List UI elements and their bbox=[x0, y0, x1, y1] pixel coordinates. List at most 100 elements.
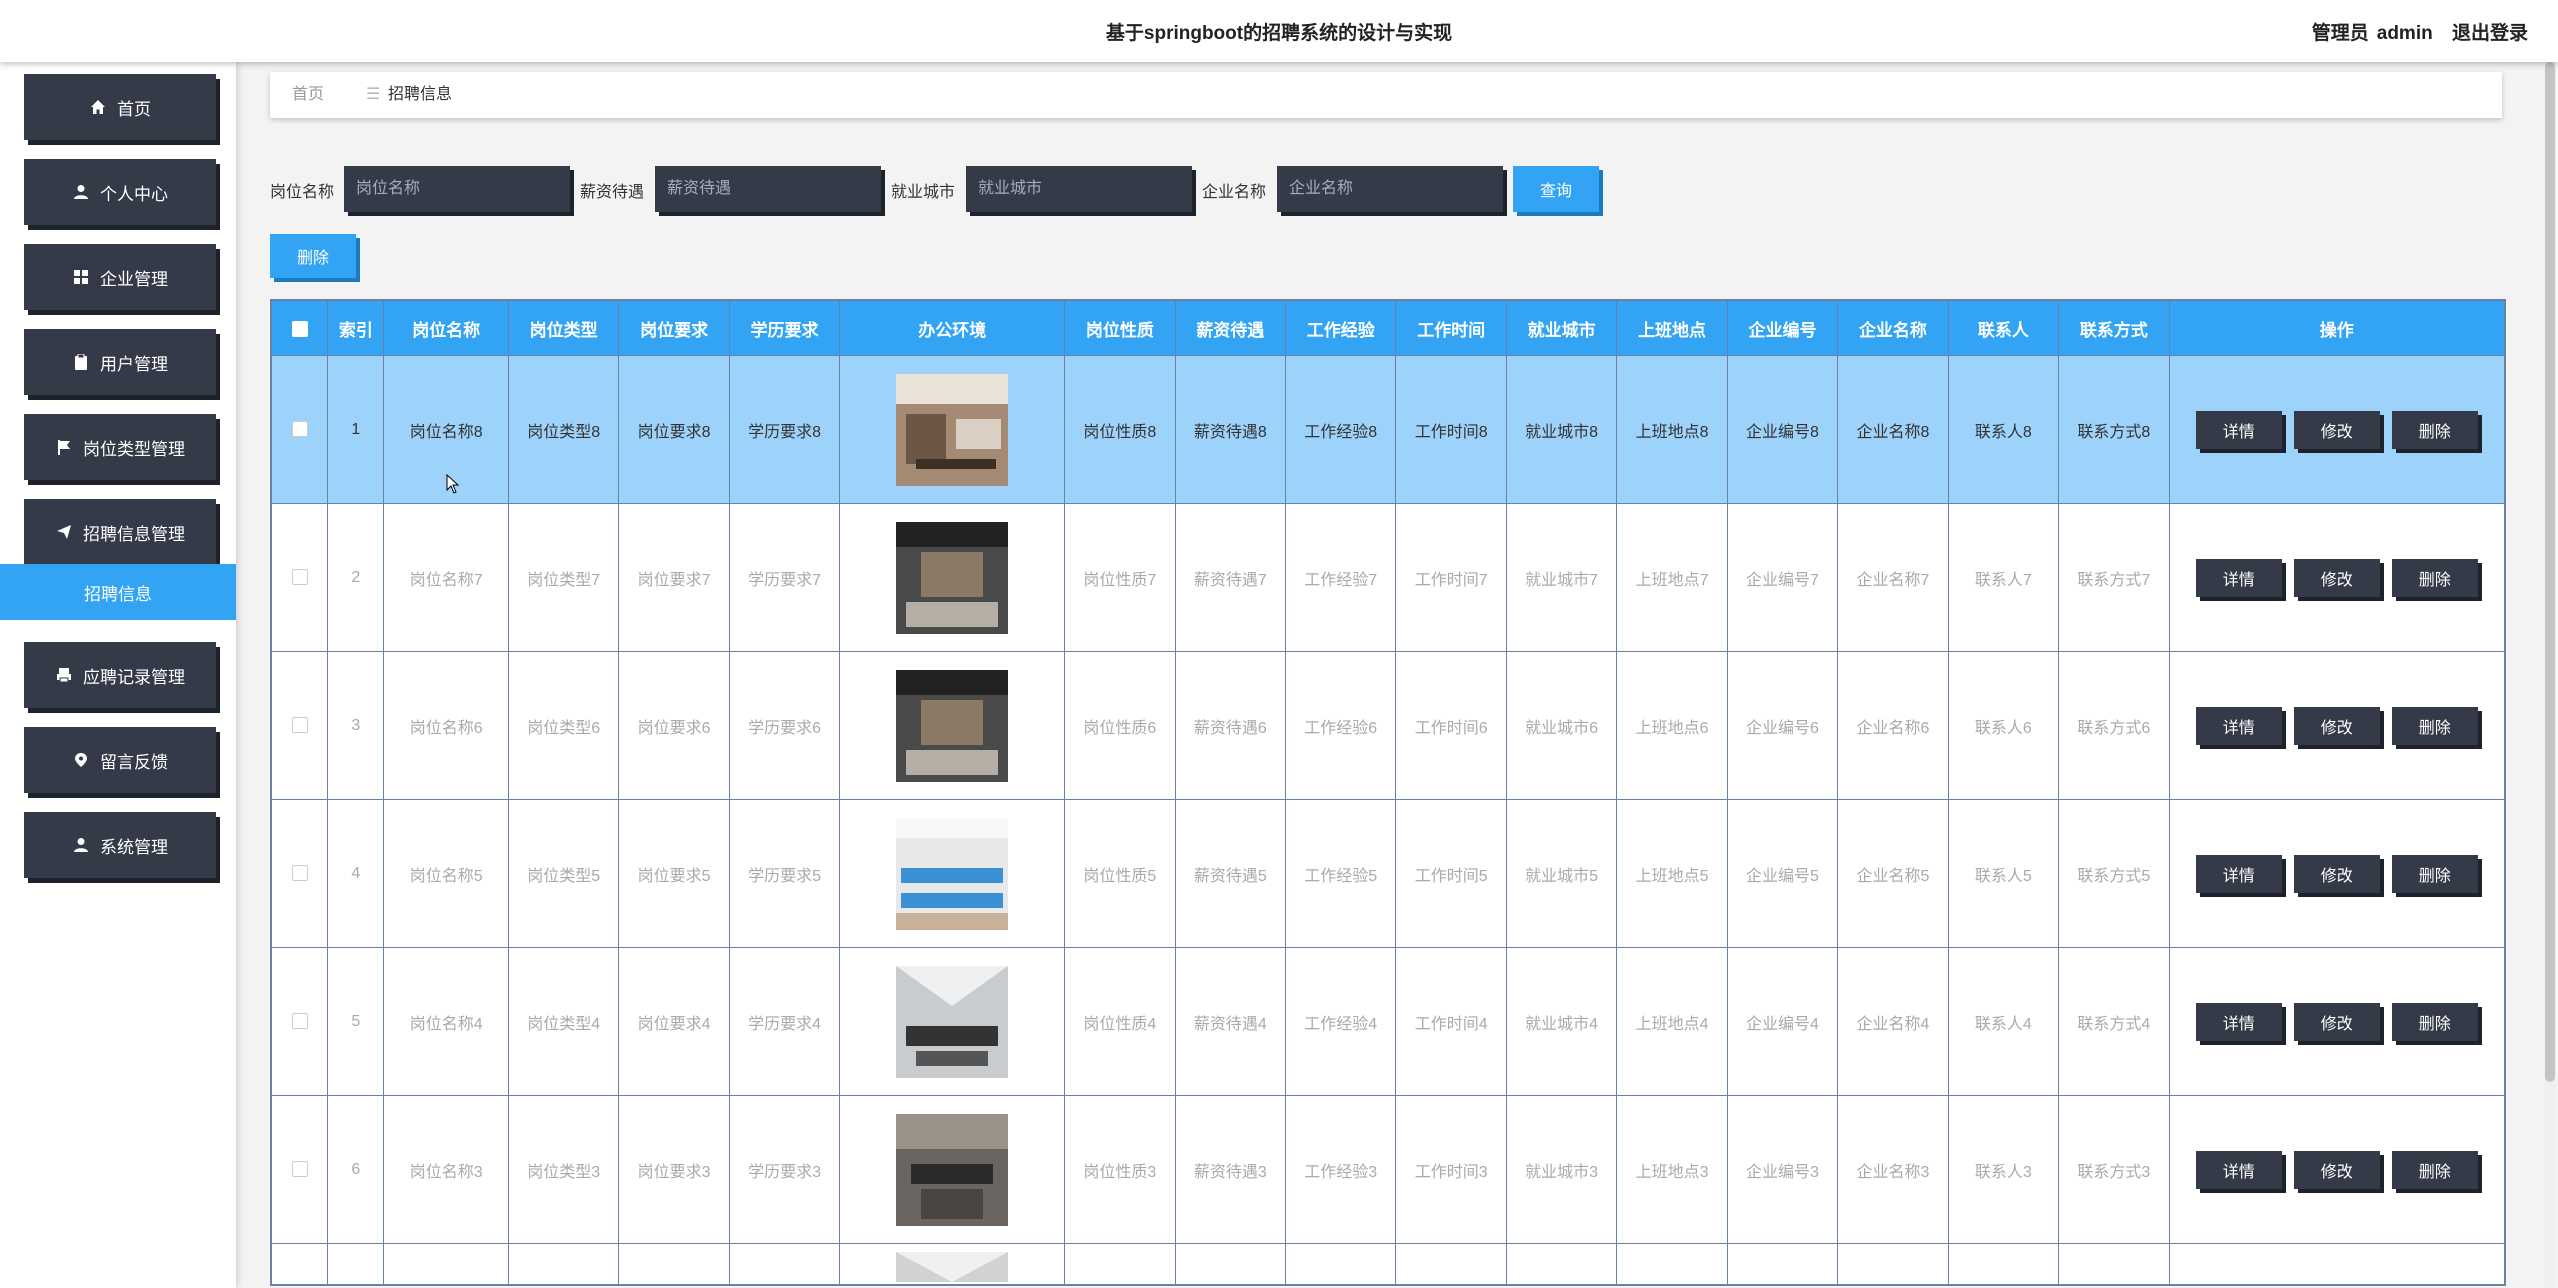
sidebar-item-system[interactable]: 系统管理 bbox=[24, 812, 216, 878]
table-row[interactable] bbox=[270, 1243, 2506, 1285]
edit-button[interactable]: 修改 bbox=[2293, 1002, 2380, 1041]
table-cell-salary: 薪资待遇8 bbox=[1174, 355, 1287, 504]
scrollbar-thumb[interactable] bbox=[2545, 62, 2555, 1082]
row-checkbox-cell[interactable] bbox=[270, 651, 329, 800]
table-cell-contact: 联系人4 bbox=[1947, 947, 2060, 1096]
breadcrumb-home[interactable]: 首页 bbox=[292, 72, 324, 118]
table-row[interactable]: 1 岗位名称8 岗位类型8 岗位要求8 学历要求8 岗位性质8 薪资待遇8 工作经验8 工作时间… bbox=[270, 355, 2506, 504]
table-cell-contact: 联系人3 bbox=[1947, 1095, 2060, 1244]
table-cell-phone: 联系方式5 bbox=[2058, 799, 2170, 948]
office-photo-cell bbox=[839, 1243, 1066, 1285]
office-photo bbox=[896, 965, 1009, 1078]
detail-button[interactable]: 详情 bbox=[2195, 410, 2282, 449]
table-cell-contact: 联系人7 bbox=[1947, 503, 2060, 652]
row-checkbox-cell[interactable] bbox=[270, 355, 329, 504]
sidebar-item-recruitment[interactable]: 招聘信息管理 bbox=[24, 499, 216, 565]
table-row[interactable]: 3 岗位名称6 岗位类型6 岗位要求6 学历要求6 岗位性质6 薪资待遇6 工作经验6 工作时间… bbox=[270, 651, 2506, 800]
edit-button[interactable]: 修改 bbox=[2293, 1150, 2380, 1189]
table-cell bbox=[1174, 1243, 1287, 1285]
edit-button[interactable]: 修改 bbox=[2293, 706, 2380, 745]
row-checkbox[interactable] bbox=[291, 717, 308, 734]
column-header: 就业城市 bbox=[1505, 300, 1618, 356]
delete-button[interactable]: 删除 bbox=[2391, 558, 2478, 597]
table-row[interactable]: 5 岗位名称4 岗位类型4 岗位要求4 学历要求4 岗位性质4 薪资待遇4 工作经验4 工作时间… bbox=[270, 947, 2506, 1096]
table-cell-nature: 岗位性质7 bbox=[1064, 503, 1176, 652]
table-cell-city: 就业城市4 bbox=[1505, 947, 1618, 1096]
row-index: 6 bbox=[327, 1095, 385, 1244]
row-checkbox-cell[interactable] bbox=[270, 503, 329, 652]
table-cell bbox=[1285, 1243, 1397, 1285]
sidebar-item-profile[interactable]: 个人中心 bbox=[24, 159, 216, 225]
detail-button[interactable]: 详情 bbox=[2195, 558, 2282, 597]
logout-link[interactable]: 退出登录 bbox=[2452, 23, 2528, 44]
actions-cell: 详情 修改 删除 bbox=[2168, 651, 2506, 800]
company-input[interactable] bbox=[1277, 166, 1503, 212]
job-name-input[interactable] bbox=[344, 166, 570, 212]
table-cell-code: 企业编号3 bbox=[1726, 1095, 1839, 1244]
table-row[interactable]: 4 岗位名称5 岗位类型5 岗位要求5 学历要求5 岗位性质5 薪资待遇5 工作经验5 工作时间… bbox=[270, 799, 2506, 948]
row-checkbox[interactable] bbox=[291, 1161, 308, 1178]
table-cell-place: 上班地点4 bbox=[1616, 947, 1728, 1096]
select-all-header[interactable] bbox=[270, 300, 329, 356]
sidebar-item-feedback[interactable]: 留言反馈 bbox=[24, 727, 216, 793]
table-row[interactable]: 2 岗位名称7 岗位类型7 岗位要求7 学历要求7 岗位性质7 薪资待遇7 工作经验7 工作时间… bbox=[270, 503, 2506, 652]
table-cell-req: 岗位要求8 bbox=[618, 355, 730, 504]
actions-cell bbox=[2168, 1243, 2506, 1285]
table-cell-phone: 联系方式7 bbox=[2058, 503, 2170, 652]
column-header: 薪资待遇 bbox=[1174, 300, 1287, 356]
table-cell bbox=[1947, 1243, 2060, 1285]
office-photo bbox=[896, 521, 1009, 634]
table-cell-contact: 联系人6 bbox=[1947, 651, 2060, 800]
row-checkbox[interactable] bbox=[291, 865, 308, 882]
actions-cell: 详情 修改 删除 bbox=[2168, 355, 2506, 504]
user-area: 管理员 admin 退出登录 bbox=[2298, 18, 2528, 45]
detail-button[interactable]: 详情 bbox=[2195, 854, 2282, 893]
row-checkbox-cell[interactable] bbox=[270, 799, 329, 948]
delete-button[interactable]: 删除 bbox=[2391, 1002, 2478, 1041]
delete-button[interactable]: 删除 bbox=[2391, 410, 2478, 449]
table-cell-exp: 工作经验4 bbox=[1285, 947, 1397, 1096]
column-header: 联系人 bbox=[1947, 300, 2060, 356]
row-checkbox-cell[interactable] bbox=[270, 947, 329, 1096]
delete-button[interactable]: 删除 bbox=[2391, 1150, 2478, 1189]
query-button[interactable]: 查询 bbox=[1513, 166, 1599, 212]
sidebar-item-label: 岗位类型管理 bbox=[83, 439, 185, 459]
delete-button[interactable]: 删除 bbox=[2391, 854, 2478, 893]
table-cell-code: 企业编号4 bbox=[1726, 947, 1839, 1096]
edit-button[interactable]: 修改 bbox=[2293, 854, 2380, 893]
sidebar-item-job-types[interactable]: 岗位类型管理 bbox=[24, 414, 216, 480]
sidebar-item-users[interactable]: 用户管理 bbox=[24, 329, 216, 395]
sidebar-item-applications[interactable]: 应聘记录管理 bbox=[24, 642, 216, 708]
column-header: 办公环境 bbox=[839, 300, 1066, 356]
edit-button[interactable]: 修改 bbox=[2293, 410, 2380, 449]
row-checkbox-cell[interactable] bbox=[270, 1095, 329, 1244]
edit-button[interactable]: 修改 bbox=[2293, 558, 2380, 597]
scrollbar[interactable] bbox=[2544, 62, 2556, 1288]
table-cell-place: 上班地点8 bbox=[1616, 355, 1728, 504]
sidebar-item-home[interactable]: 首页 bbox=[24, 74, 216, 140]
column-header: 岗位性质 bbox=[1064, 300, 1176, 356]
table-cell-place: 上班地点6 bbox=[1616, 651, 1728, 800]
table-cell bbox=[327, 1243, 385, 1285]
sidebar-item-company[interactable]: 企业管理 bbox=[24, 244, 216, 310]
row-checkbox[interactable] bbox=[291, 569, 308, 586]
batch-delete-button[interactable]: 删除 bbox=[270, 234, 356, 278]
table-row[interactable]: 6 岗位名称3 岗位类型3 岗位要求3 学历要求3 岗位性质3 薪资待遇3 工作经验3 工作时间… bbox=[270, 1095, 2506, 1244]
city-input[interactable] bbox=[966, 166, 1192, 212]
row-checkbox-cell[interactable] bbox=[270, 1243, 329, 1285]
delete-button[interactable]: 删除 bbox=[2391, 706, 2478, 745]
flag-icon bbox=[55, 438, 73, 456]
row-checkbox[interactable] bbox=[291, 421, 308, 438]
table-cell bbox=[1616, 1243, 1728, 1285]
detail-button[interactable]: 详情 bbox=[2195, 1002, 2282, 1041]
select-all-checkbox[interactable] bbox=[291, 320, 308, 337]
salary-input[interactable] bbox=[655, 166, 881, 212]
row-index: 3 bbox=[327, 651, 385, 800]
detail-button[interactable]: 详情 bbox=[2195, 1150, 2282, 1189]
table-cell bbox=[1726, 1243, 1839, 1285]
row-checkbox[interactable] bbox=[291, 1013, 308, 1030]
sidebar-subitem-recruitment-info[interactable]: 招聘信息 bbox=[0, 564, 236, 620]
detail-button[interactable]: 详情 bbox=[2195, 706, 2282, 745]
column-header: 索引 bbox=[327, 300, 385, 356]
table-cell bbox=[618, 1243, 730, 1285]
